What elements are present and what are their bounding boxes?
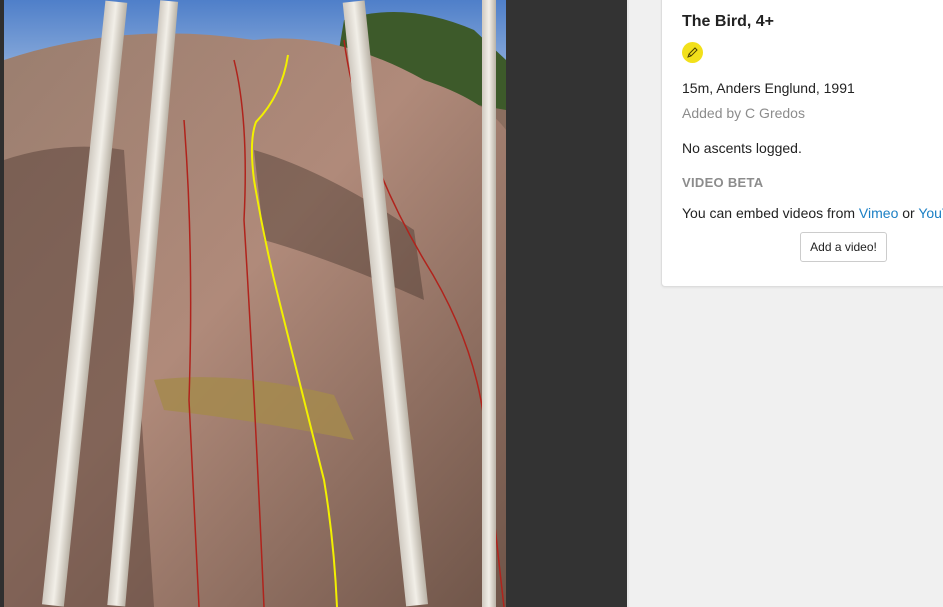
photo-side-panel	[506, 0, 627, 607]
or-text: or	[902, 205, 915, 221]
youtube-link[interactable]: YouTube	[918, 205, 943, 221]
vimeo-link[interactable]: Vimeo	[859, 205, 898, 221]
video-embed-text: You can embed videos from Vimeo or YouTu…	[682, 205, 943, 221]
route-details-pane: The Bird, 4+ 15m, Anders Englund, 1991 A…	[629, 0, 943, 607]
route-card: The Bird, 4+ 15m, Anders Englund, 1991 A…	[661, 0, 943, 287]
grade-badge-icon	[682, 42, 703, 63]
page: The Bird, 4+ 15m, Anders Englund, 1991 A…	[0, 0, 943, 607]
pencil-icon	[687, 47, 698, 58]
add-video-button[interactable]: Add a video!	[800, 232, 887, 262]
route-title: The Bird, 4+	[682, 13, 775, 30]
route-photo[interactable]	[4, 0, 506, 607]
birch-trunk-4	[482, 0, 496, 607]
added-by-text: Added by C Gredos	[682, 105, 805, 121]
video-beta-heading: VIDEO BETA	[682, 175, 764, 190]
ascents-status: No ascents logged.	[682, 140, 802, 156]
embed-prefix: You can embed videos from	[682, 205, 856, 221]
route-meta: 15m, Anders Englund, 1991	[682, 80, 855, 96]
route-photo-svg	[4, 0, 506, 607]
